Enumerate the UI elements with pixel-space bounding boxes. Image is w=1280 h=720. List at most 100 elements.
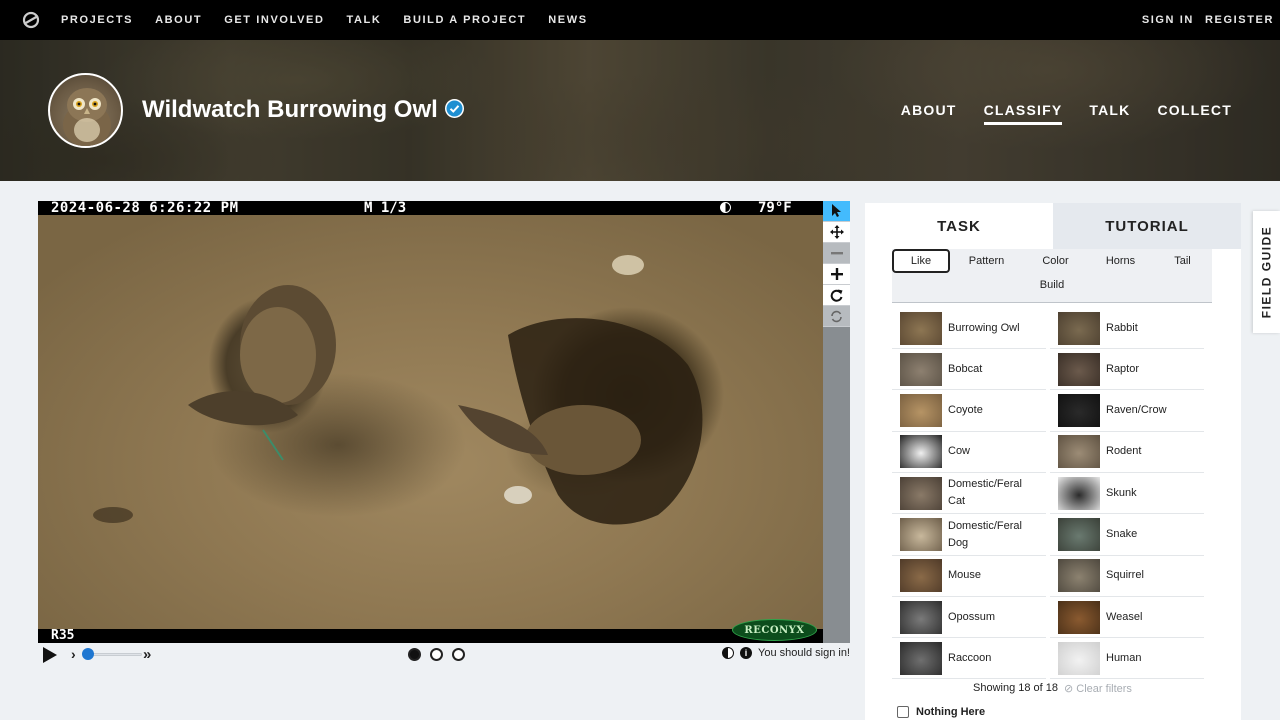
sign-in-message: You should sign in!	[758, 647, 850, 659]
project-nav-about[interactable]: ABOUT	[901, 102, 957, 125]
choice-skunk[interactable]: Skunk	[1050, 473, 1204, 515]
choice-squirrel[interactable]: Squirrel	[1050, 556, 1204, 597]
topnav-link-get-involved[interactable]: GET INVOLVED	[224, 14, 324, 26]
choice-rabbit[interactable]: Rabbit	[1050, 308, 1204, 349]
clear-filters-button[interactable]: ⊘ Clear filters	[1064, 682, 1132, 695]
reset-icon[interactable]	[823, 306, 850, 327]
nothing-here-checkbox[interactable]	[897, 706, 909, 718]
frame-dot-2[interactable]	[430, 648, 443, 661]
choice-bobcat[interactable]: Bobcat	[892, 349, 1046, 391]
project-avatar[interactable]	[48, 73, 123, 148]
camera-footer-bar: R35	[38, 628, 823, 643]
rotate-icon[interactable]	[823, 285, 850, 306]
filter-pattern[interactable]: Pattern	[950, 249, 1023, 273]
panel-tabs: TASK TUTORIAL	[865, 203, 1241, 249]
choice-label: Raptor	[1106, 362, 1140, 375]
topnav-link-news[interactable]: NEWS	[548, 14, 587, 26]
choice-mouse[interactable]: Mouse	[892, 556, 1046, 597]
playback-speed-slider[interactable]	[86, 653, 142, 656]
choice-coyote[interactable]: Coyote	[892, 391, 1046, 432]
filter-horns[interactable]: Horns	[1088, 249, 1153, 273]
nothing-here-label: Nothing Here	[916, 706, 986, 718]
frame-dot-1[interactable]	[408, 648, 421, 661]
showing-count: Showing 18 of 18	[973, 682, 1059, 694]
camera-timestamp: 2024-06-28 6:26:22 PM	[51, 201, 239, 216]
choice-label: Domestic/Feral Dog	[948, 519, 1022, 549]
pointer-icon[interactable]	[823, 201, 850, 222]
choice-rodent[interactable]: Rodent	[1050, 432, 1204, 473]
topnav-link-about[interactable]: ABOUT	[155, 14, 202, 26]
camera-trap-photo	[38, 215, 823, 629]
camera-temperature: 79°F	[758, 201, 792, 216]
choice-thumbnail-raptor	[1058, 352, 1100, 386]
choice-thumbnail-domestic-feral-dog	[900, 518, 942, 551]
choice-weasel[interactable]: Weasel	[1050, 597, 1204, 639]
slider-handle[interactable]	[82, 648, 94, 660]
filter-status: Showing 18 of 18 ⊘ Clear filters	[973, 682, 1132, 695]
frame-selector	[408, 648, 474, 661]
camera-id: R35	[51, 628, 75, 643]
sign-in-link[interactable]: SIGN IN	[1142, 14, 1194, 26]
contrast-icon[interactable]	[722, 647, 735, 659]
register-link[interactable]: REGISTER	[1205, 14, 1274, 26]
choice-raven-crow[interactable]: Raven/Crow	[1050, 391, 1204, 432]
project-nav-collect[interactable]: COLLECT	[1157, 102, 1232, 125]
nothing-here-option[interactable]: Nothing Here	[897, 706, 985, 718]
info-icon[interactable]: i	[740, 647, 753, 659]
filter-build[interactable]: Build	[892, 273, 1212, 297]
choice-label: Human	[1106, 651, 1142, 664]
choice-thumbnail-raccoon	[900, 641, 942, 675]
choice-raptor[interactable]: Raptor	[1050, 349, 1204, 391]
project-nav-talk[interactable]: TALK	[1089, 102, 1130, 125]
tab-task[interactable]: TASK	[865, 203, 1053, 249]
tab-tutorial[interactable]: TUTORIAL	[1053, 203, 1241, 249]
choice-thumbnail-skunk	[1058, 476, 1100, 510]
choice-domestic-feral-cat[interactable]: Domestic/Feral Cat	[892, 473, 1046, 515]
auth-links: SIGN IN REGISTER	[1142, 14, 1280, 26]
zooniverse-logo-icon[interactable]	[22, 11, 40, 29]
choice-snake[interactable]: Snake	[1050, 515, 1204, 556]
choice-thumbnail-coyote	[900, 394, 942, 428]
choice-label: Rabbit	[1106, 321, 1138, 334]
choice-thumbnail-snake	[1058, 518, 1100, 551]
filter-like[interactable]: Like	[892, 249, 950, 273]
choice-label: Rodent	[1106, 445, 1142, 458]
choice-burrowing-owl[interactable]: Burrowing Owl	[892, 308, 1046, 349]
fast-forward-icon[interactable]: »	[143, 646, 151, 663]
frame-dot-3[interactable]	[452, 648, 465, 661]
choice-label: Weasel	[1106, 610, 1143, 623]
project-nav-classify[interactable]: CLASSIFY	[983, 102, 1063, 125]
verified-badge-icon	[445, 99, 464, 118]
filter-bar: Like Pattern Color Horns Tail Build	[892, 249, 1212, 303]
choice-human[interactable]: Human	[1050, 638, 1204, 680]
top-navigation: PROJECTS ABOUT GET INVOLVED TALK BUILD A PRO…	[0, 0, 1280, 40]
filter-color[interactable]: Color	[1023, 249, 1088, 273]
choice-domestic-feral-dog[interactable]: Domestic/Feral Dog	[892, 515, 1046, 556]
moon-phase-icon	[720, 202, 731, 213]
choice-thumbnail-opossum	[900, 600, 942, 634]
choice-label: Skunk	[1106, 486, 1137, 499]
zoom-in-icon[interactable]	[823, 264, 850, 285]
zoom-out-icon[interactable]	[823, 243, 850, 264]
play-icon[interactable]	[43, 647, 57, 668]
choice-thumbnail-weasel	[1058, 600, 1100, 634]
choice-opossum[interactable]: Opossum	[892, 597, 1046, 639]
choice-thumbnail-bobcat	[900, 352, 942, 386]
choice-label: Raccoon	[948, 651, 992, 664]
choice-label: Squirrel	[1106, 569, 1144, 582]
field-guide-tab[interactable]: FIELD GUIDE	[1253, 211, 1280, 333]
choice-thumbnail-raven-crow	[1058, 394, 1100, 428]
choice-cow[interactable]: Cow	[892, 432, 1046, 473]
choice-raccoon[interactable]: Raccoon	[892, 638, 1046, 680]
chevron-right-icon[interactable]: ›	[71, 646, 76, 662]
topnav-link-projects[interactable]: PROJECTS	[61, 14, 133, 26]
topnav-link-talk[interactable]: TALK	[347, 14, 382, 26]
choice-label: Bobcat	[948, 362, 983, 375]
choice-thumbnail-domestic-feral-cat	[900, 476, 942, 510]
filter-tail[interactable]: Tail	[1153, 249, 1212, 273]
choice-label: Domestic/Feral Cat	[948, 478, 1022, 508]
subject-image[interactable]: 2024-06-28 6:26:22 PM M 1/3 79°F R35 REC…	[38, 201, 823, 643]
task-panel: TASK TUTORIAL Like Pattern Color Horns Tail …	[865, 203, 1241, 720]
topnav-link-build-a-project[interactable]: BUILD A PROJECT	[403, 14, 526, 26]
pan-icon[interactable]	[823, 222, 850, 243]
